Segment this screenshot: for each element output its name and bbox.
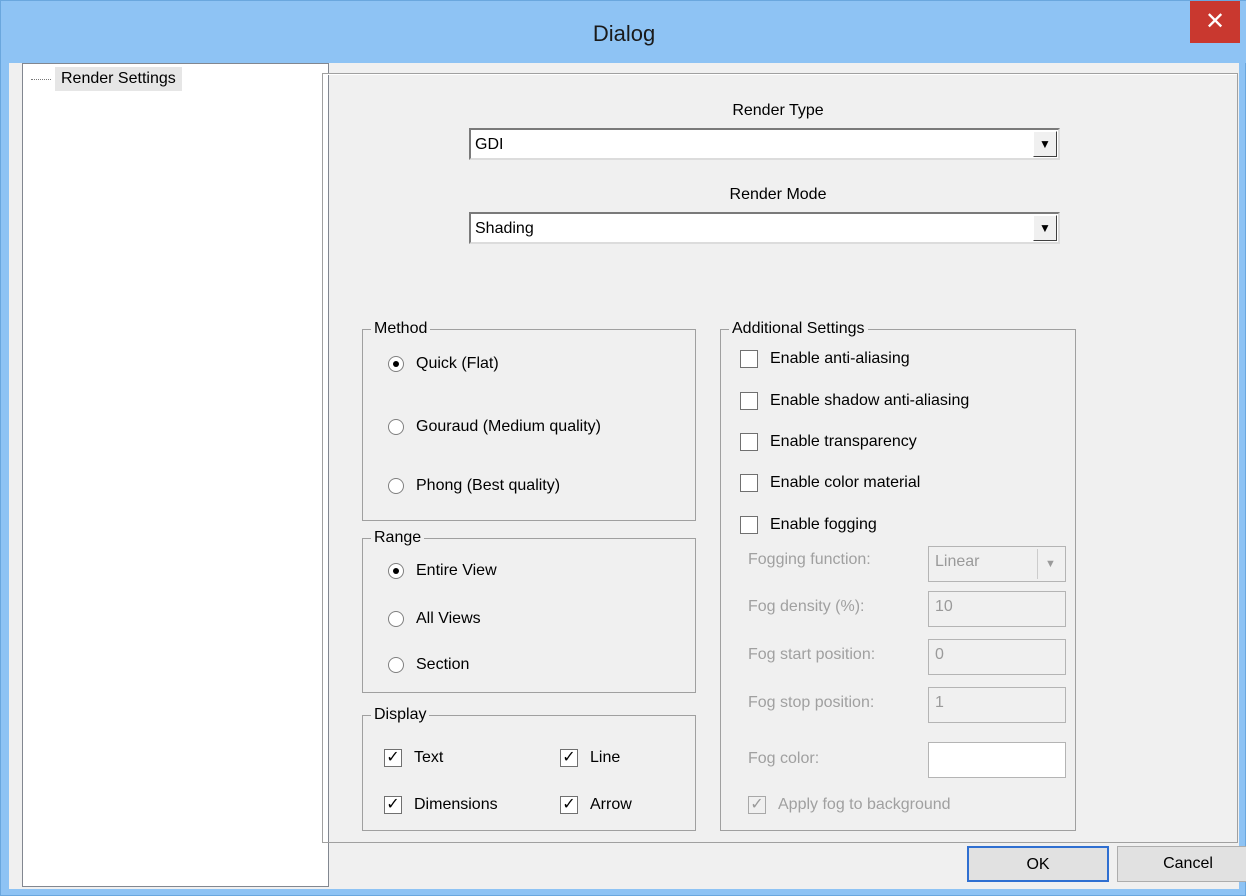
chevron-down-icon[interactable]: ▼ xyxy=(1033,131,1057,157)
settings-tree[interactable]: Render Settings xyxy=(22,63,329,887)
radio-unselected-icon xyxy=(388,611,404,627)
ok-button[interactable]: OK xyxy=(967,846,1109,882)
radio-unselected-icon xyxy=(388,478,404,494)
fog-color-swatch[interactable] xyxy=(928,742,1066,778)
tree-item-label: Render Settings xyxy=(55,67,182,91)
render-mode-value: Shading xyxy=(475,220,534,237)
radio-unselected-icon xyxy=(388,657,404,673)
render-type-label: Render Type xyxy=(732,102,824,119)
method-group: Method Quick (Flat) Gouraud (Medium qual… xyxy=(362,318,696,521)
method-quick-label: Quick (Flat) xyxy=(416,355,499,372)
render-mode-combobox[interactable]: Shading ▼ xyxy=(469,212,1060,244)
settings-page: Render Type GDI ▼ Render Mode Shading ▼ … xyxy=(322,73,1238,843)
checkmark-icon: ✓ xyxy=(748,796,766,814)
checkbox-unchecked-icon xyxy=(740,350,758,368)
checkmark-icon: ✓ xyxy=(384,796,402,814)
transparency-label: Enable transparency xyxy=(770,433,917,450)
method-group-title: Method xyxy=(371,318,431,340)
dialog-window: Dialog ✕ Render Settings Render Type GDI… xyxy=(0,0,1246,896)
apply-fog-background-label: Apply fog to background xyxy=(778,796,951,813)
method-phong-label: Phong (Best quality) xyxy=(416,477,561,494)
range-all-views-radio[interactable]: All Views xyxy=(388,606,481,632)
checkbox-unchecked-icon xyxy=(740,433,758,451)
range-group-title: Range xyxy=(371,527,425,549)
range-section-radio[interactable]: Section xyxy=(388,652,469,678)
range-entire-view-radio[interactable]: Entire View xyxy=(388,558,497,584)
checkmark-icon: ✓ xyxy=(384,749,402,767)
additional-settings-group: Additional Settings Enable anti-aliasing… xyxy=(720,318,1076,831)
fog-stop-input[interactable]: 1 xyxy=(928,687,1066,723)
title-bar: Dialog ✕ xyxy=(1,1,1246,63)
dialog-client-area: Render Settings Render Type GDI ▼ Render… xyxy=(9,63,1246,889)
anti-aliasing-checkbox[interactable]: Enable anti-aliasing xyxy=(740,346,910,372)
shadow-anti-aliasing-checkbox[interactable]: Enable shadow anti-aliasing xyxy=(740,388,969,414)
checkmark-icon: ✓ xyxy=(560,749,578,767)
render-mode-label: Render Mode xyxy=(729,186,827,203)
radio-selected-icon xyxy=(388,563,404,579)
display-dimensions-label: Dimensions xyxy=(414,796,498,813)
color-material-label: Enable color material xyxy=(770,474,921,491)
range-group: Range Entire View All Views Section xyxy=(362,527,696,693)
shadow-anti-aliasing-label: Enable shadow anti-aliasing xyxy=(770,392,970,409)
display-line-checkbox[interactable]: ✓ Line xyxy=(560,745,620,771)
display-dimensions-checkbox[interactable]: ✓ Dimensions xyxy=(384,792,498,818)
range-entire-view-label: Entire View xyxy=(416,562,497,579)
display-group-title: Display xyxy=(371,704,430,726)
fogging-label: Enable fogging xyxy=(770,516,877,533)
radio-selected-icon xyxy=(388,356,404,372)
display-arrow-label: Arrow xyxy=(590,796,632,813)
fogging-checkbox[interactable]: Enable fogging xyxy=(740,512,877,538)
fog-function-value: Linear xyxy=(935,553,980,570)
fog-density-input[interactable]: 10 xyxy=(928,591,1066,627)
render-type-combobox[interactable]: GDI ▼ xyxy=(469,128,1060,160)
method-quick-radio[interactable]: Quick (Flat) xyxy=(388,351,499,377)
window-title: Dialog xyxy=(592,21,656,46)
additional-settings-title: Additional Settings xyxy=(729,318,868,340)
display-text-checkbox[interactable]: ✓ Text xyxy=(384,745,443,771)
fog-start-input[interactable]: 0 xyxy=(928,639,1066,675)
range-all-views-label: All Views xyxy=(416,610,481,627)
fog-color-label: Fog color: xyxy=(748,750,820,767)
transparency-checkbox[interactable]: Enable transparency xyxy=(740,429,917,455)
color-material-checkbox[interactable]: Enable color material xyxy=(740,470,920,496)
chevron-down-icon[interactable]: ▼ xyxy=(1033,215,1057,241)
radio-unselected-icon xyxy=(388,419,404,435)
method-gouraud-label: Gouraud (Medium quality) xyxy=(416,418,601,435)
tree-item-render-settings[interactable]: Render Settings xyxy=(31,67,188,91)
checkbox-unchecked-icon xyxy=(740,474,758,492)
tree-connector-line xyxy=(31,78,51,80)
render-type-value: GDI xyxy=(475,136,504,153)
apply-fog-background-checkbox[interactable]: ✓ Apply fog to background xyxy=(748,792,951,818)
checkmark-icon: ✓ xyxy=(560,796,578,814)
method-phong-radio[interactable]: Phong (Best quality) xyxy=(388,473,560,499)
display-text-label: Text xyxy=(414,749,444,766)
fog-function-label: Fogging function: xyxy=(748,551,871,568)
method-gouraud-radio[interactable]: Gouraud (Medium quality) xyxy=(388,414,601,440)
display-group: Display ✓ Text ✓ Line ✓ Dimensions ✓ Arr… xyxy=(362,704,696,831)
range-section-label: Section xyxy=(416,656,470,673)
cancel-button[interactable]: Cancel xyxy=(1117,846,1246,882)
anti-aliasing-label: Enable anti-aliasing xyxy=(770,350,910,367)
fog-start-label: Fog start position: xyxy=(748,646,876,663)
checkbox-unchecked-icon xyxy=(740,392,758,410)
fog-density-label: Fog density (%): xyxy=(748,598,865,615)
display-arrow-checkbox[interactable]: ✓ Arrow xyxy=(560,792,632,818)
fog-stop-label: Fog stop position: xyxy=(748,694,875,711)
close-button[interactable]: ✕ xyxy=(1190,1,1240,43)
display-line-label: Line xyxy=(590,749,621,766)
checkbox-unchecked-icon xyxy=(740,516,758,534)
fog-function-combobox[interactable]: Linear ▼ xyxy=(928,546,1066,582)
chevron-down-icon[interactable]: ▼ xyxy=(1037,549,1063,579)
